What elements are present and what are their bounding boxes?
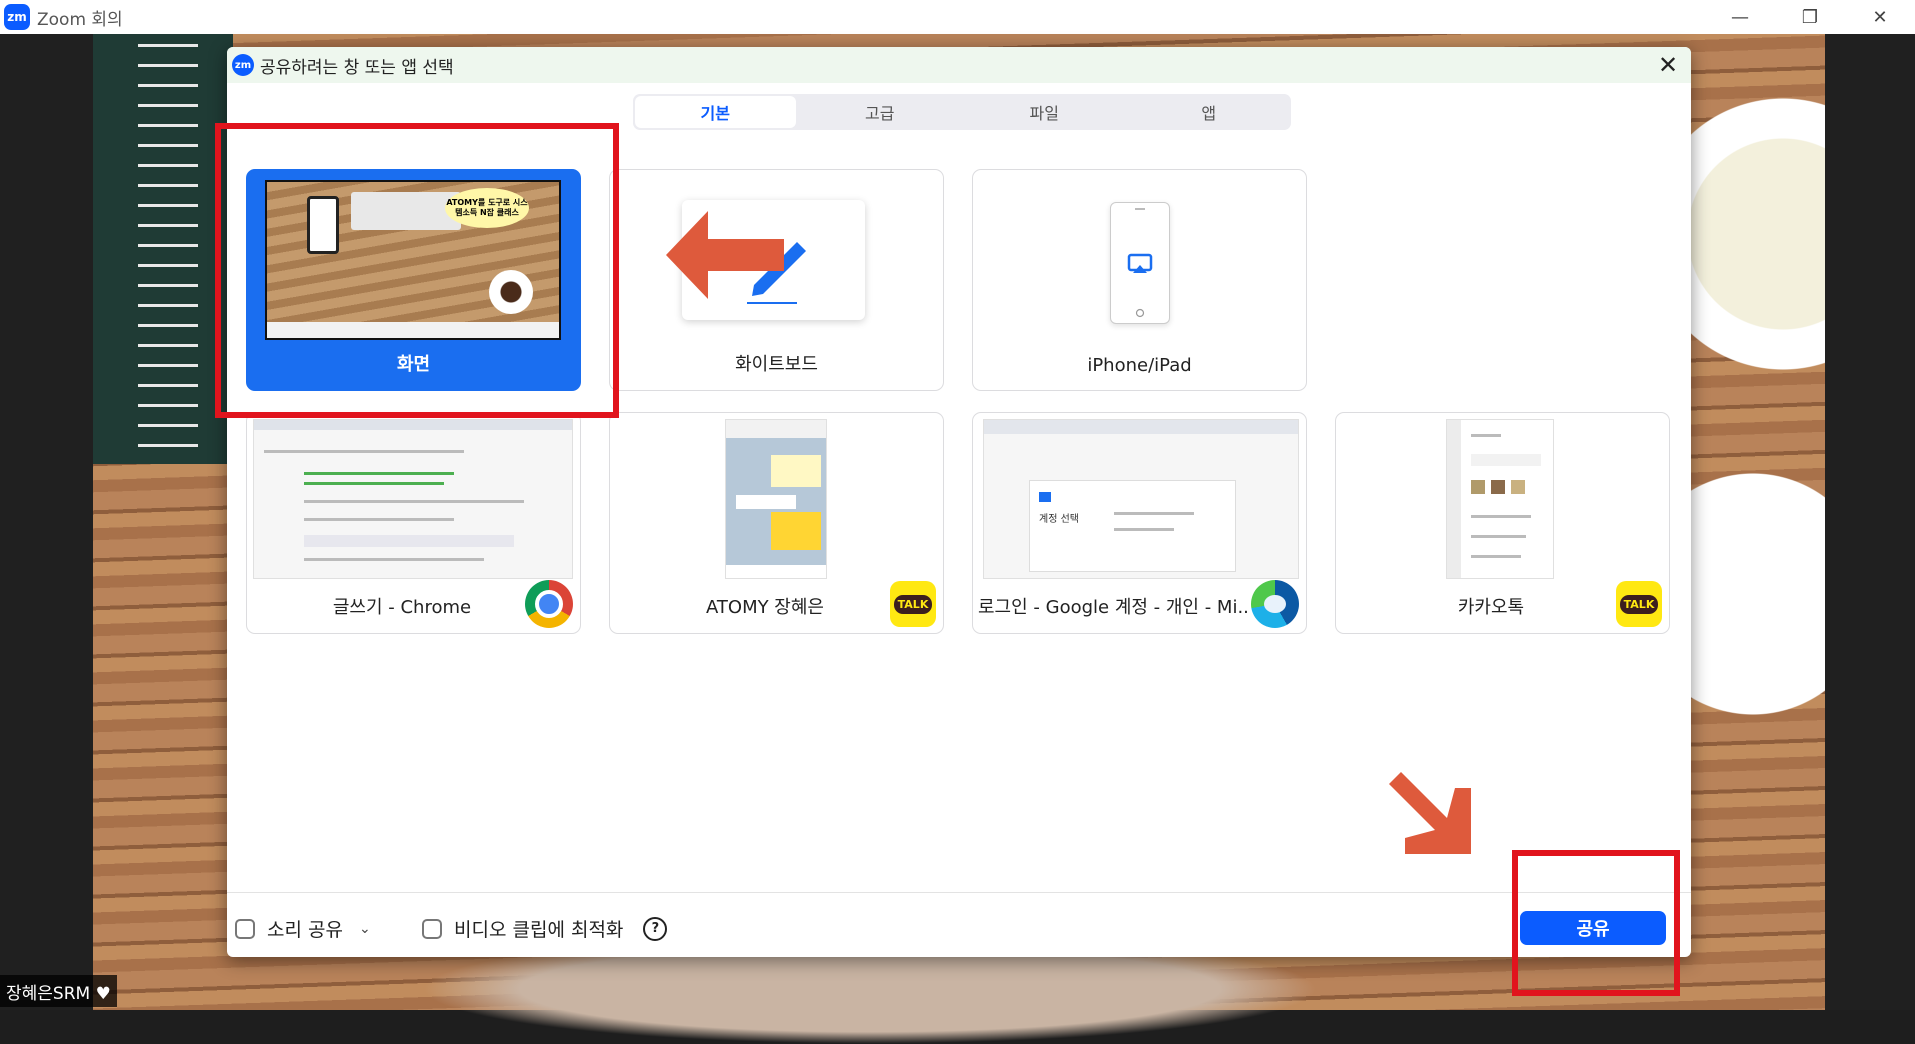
annotation-highlight-share-button: [1512, 850, 1680, 996]
zoom-logo-icon: zm: [4, 4, 30, 30]
dialog-close-icon[interactable]: ✕: [1653, 50, 1683, 80]
video-spiral-decor: [138, 44, 198, 464]
kakao-friends-thumbnail: [1446, 419, 1554, 579]
google-account-select-text: 계정 선택: [1039, 514, 1079, 525]
tab-advanced[interactable]: 고급: [800, 96, 961, 128]
tab-apps[interactable]: 앱: [1129, 96, 1290, 128]
iphone-icon: [1110, 202, 1170, 324]
close-icon[interactable]: ✕: [1845, 0, 1915, 34]
share-option-iphone-ipad[interactable]: iPhone/iPad: [972, 169, 1307, 391]
share-option-label: 글쓰기 - Chrome: [332, 597, 472, 618]
share-option-chrome-window[interactable]: 글쓰기 - Chrome: [246, 412, 581, 634]
optimize-video-checkbox[interactable]: [422, 918, 442, 939]
share-option-kakaotalk-chat[interactable]: ATOMY 장혜은 TALK: [609, 412, 944, 634]
share-sound-label: 소리 공유: [267, 919, 343, 941]
kakaotalk-badge-text: TALK: [1619, 594, 1659, 614]
annotation-arrow-left-icon: [666, 211, 784, 299]
share-option-label: 카카오톡: [1457, 597, 1525, 618]
minimize-icon[interactable]: —: [1705, 0, 1775, 34]
kakaotalk-icon: TALK: [890, 581, 936, 627]
tab-files[interactable]: 파일: [964, 96, 1125, 128]
share-option-label: 화이트보드: [735, 354, 818, 375]
window-title: Zoom 회의: [37, 9, 123, 30]
restore-icon[interactable]: ❐: [1775, 0, 1845, 34]
kakaotalk-icon: TALK: [1616, 581, 1662, 627]
share-option-label: ATOMY 장혜은: [705, 597, 824, 618]
speaker-name-label: 장혜은SRM ♥: [0, 975, 117, 1007]
dialog-title: 공유하려는 창 또는 앱 선택: [260, 57, 454, 78]
chrome-window-thumbnail: [253, 419, 573, 579]
chevron-down-icon[interactable]: ⌄: [359, 921, 371, 937]
share-option-kakaotalk-app[interactable]: 카카오톡 TALK: [1335, 412, 1670, 634]
optimize-video-label: 비디오 클립에 최적화: [454, 919, 624, 941]
dialog-zoom-logo-icon: zm: [232, 54, 254, 76]
kakao-chat-thumbnail: [725, 419, 827, 579]
share-option-whiteboard[interactable]: 화이트보드: [609, 169, 944, 391]
share-sound-checkbox[interactable]: [235, 918, 255, 939]
footer-divider: [227, 892, 1691, 893]
annotation-highlight-screen: [215, 123, 619, 418]
share-tabs: 기본 고급 파일 앱: [633, 94, 1291, 130]
share-option-label: iPhone/iPad: [1087, 355, 1192, 376]
share-sound-option[interactable]: 소리 공유 ⌄: [235, 915, 371, 942]
edge-icon: [1251, 580, 1299, 628]
tab-basic[interactable]: 기본: [635, 96, 796, 128]
share-option-edge-window[interactable]: 계정 선택 로그인 - Google 계정 - 개인 - Mi...: [972, 412, 1307, 634]
share-option-label: 로그인 - Google 계정 - 개인 - Mi...: [978, 597, 1248, 618]
optimize-video-option[interactable]: 비디오 클립에 최적화 ?: [422, 915, 668, 942]
help-icon[interactable]: ?: [643, 916, 668, 941]
dialog-header: zm 공유하려는 창 또는 앱 선택 ✕: [227, 47, 1691, 83]
chrome-icon: [525, 580, 573, 628]
edge-window-thumbnail: 계정 선택: [983, 419, 1299, 579]
window-titlebar: zm Zoom 회의 — ❐ ✕: [0, 0, 1915, 34]
annotation-arrow-down-right-icon: [1389, 772, 1471, 854]
kakaotalk-badge-text: TALK: [893, 594, 933, 614]
